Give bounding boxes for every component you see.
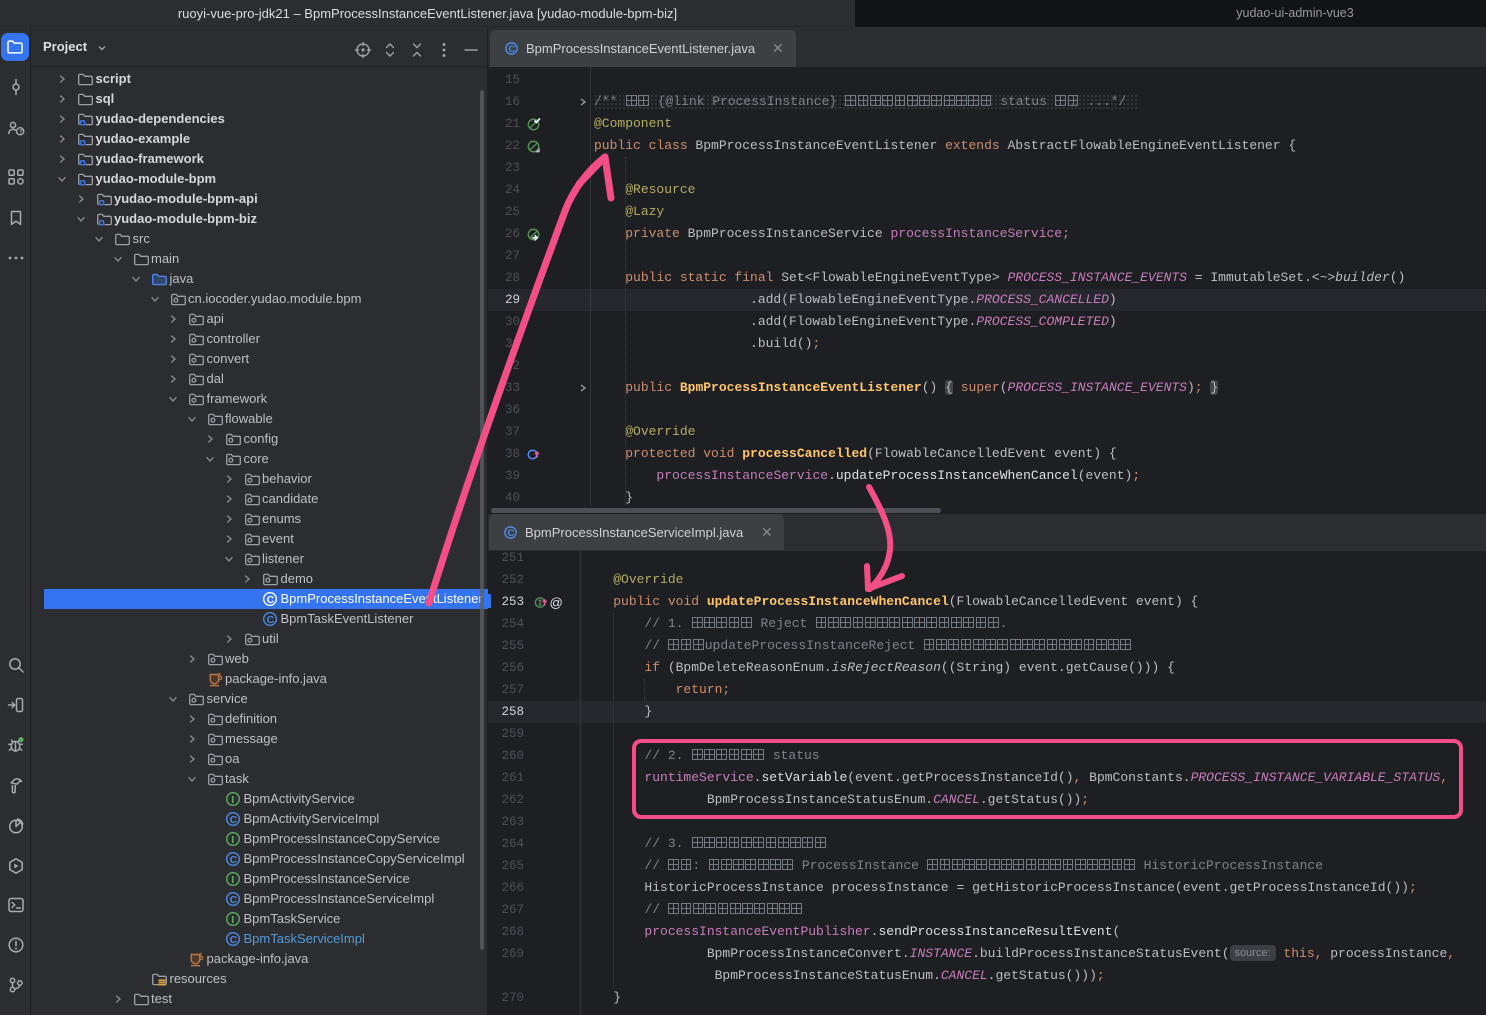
svg-text:?: ?: [19, 129, 23, 136]
